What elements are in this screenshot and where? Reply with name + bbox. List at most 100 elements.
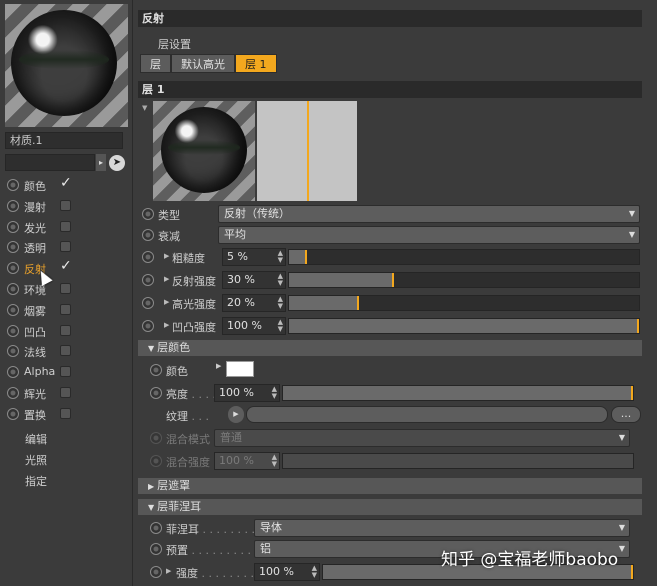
brightness-anim-radio[interactable] [150,387,162,399]
spinner-icon[interactable]: ▲ ▼ [278,296,283,310]
attenuation-anim-radio[interactable] [142,229,154,241]
channel-item[interactable]: 透明 [7,238,131,258]
channel-item[interactable]: 置换 [7,405,131,425]
channel-radio[interactable] [7,241,19,254]
bump-strength-slider[interactable] [288,318,640,334]
channel-check-icon[interactable]: ✓ [60,175,72,191]
channel-edit[interactable]: 编辑 [25,431,47,447]
reflection-strength-anim-radio[interactable] [142,274,154,286]
bump-strength-anim-radio[interactable] [142,320,154,332]
channel-checkbox[interactable] [60,366,71,378]
layer-color-header[interactable]: ▼ 层颜色 [138,340,642,356]
channel-item[interactable]: 辉光 [7,384,131,404]
channel-item[interactable]: 漫射 [7,197,131,217]
channel-checkbox[interactable] [60,220,71,232]
channel-item[interactable]: 反射 ✓ [7,258,131,279]
channel-item[interactable]: 颜色 ✓ [7,175,131,196]
channel-item[interactable]: Alpha [7,363,131,383]
fresnel-strength-slider-knob[interactable] [631,565,633,579]
color-swatch[interactable] [226,361,254,377]
specular-strength-slider-knob[interactable] [357,296,359,310]
reflection-strength-slider[interactable] [288,272,640,288]
fresnel-strength-input[interactable]: 100 % ▲ ▼ [254,563,320,581]
color-anim-radio[interactable] [150,364,162,376]
roughness-anim-radio[interactable] [142,251,154,263]
expand-triangle-icon[interactable]: ▶ [166,567,171,575]
fresnel-dropdown[interactable]: 导体 ▼ [254,519,630,537]
roughness-input[interactable]: 5 % ▲ ▼ [222,248,286,266]
channel-item[interactable]: 环境 [7,280,131,300]
reflection-strength-slider-knob[interactable] [392,273,394,287]
channel-checkbox[interactable] [60,407,71,419]
expand-triangle-icon[interactable]: ▶ [164,298,169,306]
channel-radio[interactable] [7,345,19,358]
channel-radio[interactable] [7,199,19,212]
channel-radio[interactable] [7,324,19,337]
collapse-triangle-icon[interactable]: ▼ [142,104,147,112]
channel-checkbox[interactable] [60,199,71,211]
texture-more-button[interactable]: ... [611,406,641,423]
roughness-slider-knob[interactable] [304,250,307,264]
spinner-icon[interactable]: ▲ ▼ [278,319,283,333]
texture-field[interactable] [246,406,608,423]
expand-triangle-icon[interactable]: ▶ [164,321,169,329]
spinner-icon[interactable]: ▲ ▼ [278,273,283,287]
reflection-strength-row: ▶ 反射强度 30 % ▲ ▼ [140,270,642,290]
channel-radio[interactable] [7,283,19,295]
brightness-input[interactable]: 100 % ▲ ▼ [214,384,280,402]
expand-triangle-icon[interactable]: ▶ [164,275,169,283]
channel-radio[interactable] [7,387,19,399]
channel-radio[interactable] [7,407,19,420]
channel-radio[interactable] [7,366,19,379]
layer-mask-header[interactable]: ▶ 层遮罩 [138,478,642,494]
channel-item[interactable]: 凹凸 [7,322,131,342]
type-anim-radio[interactable] [142,208,154,220]
type-dropdown[interactable]: 反射（传统） ▼ [218,205,640,223]
tab-layer[interactable]: 层 [140,54,171,73]
channel-assign[interactable]: 指定 [25,473,47,489]
channel-item[interactable]: 发光 [7,218,131,238]
channel-illumination[interactable]: 光照 [25,452,47,468]
material-name-field[interactable]: 材质.1 [5,132,123,149]
channel-radio[interactable] [7,262,19,275]
spinner-icon[interactable]: ▲ ▼ [312,565,317,579]
reflection-strength-input[interactable]: 30 % ▲ ▼ [222,271,286,289]
material-link-field[interactable] [5,154,95,171]
specular-strength-input[interactable]: 20 % ▲ ▼ [222,294,286,312]
channel-checkbox[interactable] [60,345,71,357]
channel-radio[interactable] [7,220,19,233]
pick-arrow-icon[interactable]: ➤ [109,155,125,171]
preset-anim-radio[interactable] [150,543,162,555]
expand-triangle-icon[interactable]: ▶ [216,362,221,370]
material-preview[interactable] [5,4,128,127]
channel-radio[interactable] [7,179,19,191]
spinner-icon[interactable]: ▲ ▼ [272,386,277,400]
layer-fresnel-header[interactable]: ▼ 层菲涅耳 [138,499,642,515]
channel-radio[interactable] [7,303,19,316]
channel-checkbox[interactable] [60,241,71,253]
brightness-slider[interactable] [282,385,634,401]
bump-strength-input[interactable]: 100 % ▲ ▼ [222,317,286,335]
channel-checkbox[interactable] [60,387,71,398]
fresnel-anim-radio[interactable] [150,522,162,534]
specular-strength-slider[interactable] [288,295,640,311]
channel-checkbox[interactable] [60,324,71,336]
tab-layer-1[interactable]: 层 1 [235,54,277,73]
channel-checkbox[interactable] [60,303,71,315]
tab-default-specular[interactable]: 默认高光 [171,54,235,73]
bump-strength-slider-knob[interactable] [637,319,639,333]
roughness-slider[interactable] [288,249,640,265]
channel-checkbox[interactable] [60,283,71,294]
expand-triangle-icon[interactable]: ▶ [164,252,169,260]
attenuation-row: 衰减 平均 ▼ [140,225,642,245]
brightness-slider-knob[interactable] [631,386,633,400]
attenuation-dropdown[interactable]: 平均 ▼ [218,226,640,244]
specular-strength-anim-radio[interactable] [142,297,154,309]
material-link-arrow-icon[interactable]: ▸ [96,154,106,171]
channel-item[interactable]: 烟雾 [7,301,131,321]
texture-expand-icon[interactable]: ▶ [228,406,244,423]
channel-check-icon[interactable]: ✓ [60,258,72,274]
channel-item[interactable]: 法线 [7,342,131,362]
spinner-icon[interactable]: ▲ ▼ [278,250,283,264]
fresnel-strength-anim-radio[interactable] [150,566,162,578]
